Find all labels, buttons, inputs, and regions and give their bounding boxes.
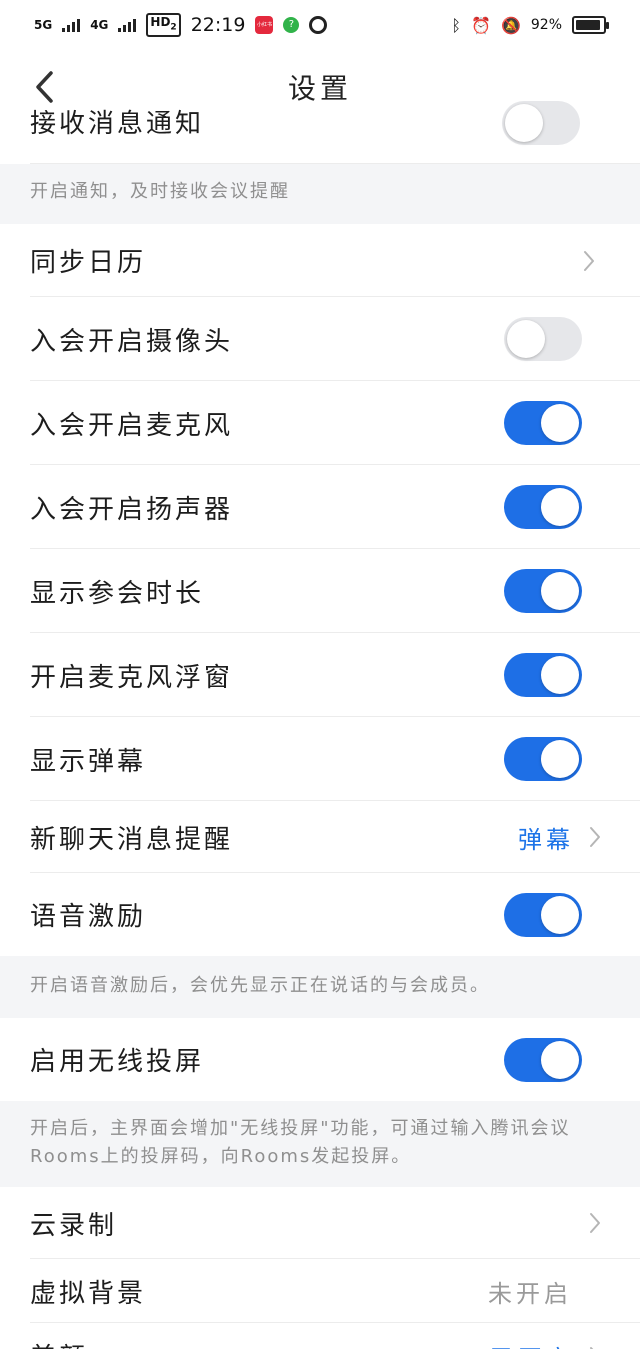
battery-icon bbox=[572, 16, 609, 34]
bluetooth-icon: ᛒ bbox=[451, 15, 462, 35]
toggle-knob bbox=[541, 572, 579, 610]
status-right: ᛒ ⏰ 🔕 92% bbox=[451, 15, 609, 35]
wireless-label: 启用无线投屏 bbox=[30, 1047, 205, 1077]
beauty-right: 已开启 bbox=[490, 1339, 602, 1349]
beauty-value: 已开启 bbox=[490, 1339, 574, 1349]
xiaohongshu-app-icon: 小红书 bbox=[255, 15, 274, 34]
toggle-knob bbox=[541, 895, 579, 934]
camera-toggle[interactable] bbox=[504, 317, 582, 361]
notify-hint: 开启通知，及时接收会议提醒 bbox=[0, 164, 640, 224]
row-mic: 入会开启麦克风 bbox=[0, 381, 640, 465]
row-cloud-record[interactable]: 云录制 bbox=[0, 1187, 640, 1259]
toggle-knob bbox=[505, 104, 543, 142]
toggle-knob bbox=[541, 1040, 579, 1079]
hd-icon: HD2 bbox=[146, 13, 181, 37]
danmaku-label: 显示弹幕 bbox=[30, 746, 147, 777]
row-danmaku: 显示弹幕 bbox=[0, 717, 640, 801]
network-5g: 5G bbox=[34, 17, 53, 32]
toggle-knob bbox=[541, 740, 579, 778]
row-sync-calendar[interactable]: 同步日历 bbox=[0, 224, 640, 297]
battery-percent: 92% bbox=[530, 17, 562, 33]
receive-notify-toggle[interactable] bbox=[502, 101, 580, 145]
voice-incentive-label: 语音激励 bbox=[30, 902, 147, 932]
row-camera: 入会开启摄像头 bbox=[0, 297, 640, 381]
speaker-label: 入会开启扬声器 bbox=[30, 494, 234, 525]
page-title: 设置 bbox=[287, 71, 352, 105]
clock: 22:19 bbox=[190, 13, 246, 36]
settings-list: 接收消息通知 开启通知，及时接收会议提醒 同步日历 入会开启摄像头 入会开启麦克… bbox=[0, 101, 640, 1349]
virtual-bg-label: 虚拟背景 bbox=[30, 1278, 147, 1309]
wechat-app-icon: ? bbox=[283, 16, 300, 33]
toggle-knob bbox=[541, 404, 579, 442]
chevron-right-icon bbox=[588, 1345, 602, 1349]
mic-toggle[interactable] bbox=[504, 401, 582, 445]
chat-remind-value: 弹幕 bbox=[518, 825, 574, 854]
signal-icon bbox=[62, 18, 81, 32]
voice-incentive-toggle[interactable] bbox=[504, 892, 582, 937]
row-duration: 显示参会时长 bbox=[0, 549, 640, 633]
row-receive-notify: 接收消息通知 bbox=[0, 101, 640, 164]
chevron-right-icon bbox=[588, 1211, 602, 1235]
voice-hint: 开启语音激励后，会优先显示正在说话的与会成员。 bbox=[0, 956, 640, 1018]
row-voice-incentive: 语音激励 bbox=[0, 873, 640, 956]
mic-float-label: 开启麦克风浮窗 bbox=[30, 662, 234, 693]
mute-bell-icon: 🔕 bbox=[500, 15, 521, 35]
wireless-hint: 开启后，主界面会增加"无线投屏"功能，可通过输入腾讯会议Rooms上的投屏码，向… bbox=[0, 1101, 640, 1187]
speaker-toggle[interactable] bbox=[504, 485, 582, 529]
mic-label: 入会开启麦克风 bbox=[30, 410, 234, 441]
beauty-label: 美颜 bbox=[30, 1337, 88, 1349]
hd-sub: 2 bbox=[170, 22, 177, 33]
wireless-toggle[interactable] bbox=[504, 1037, 582, 1082]
cloud-record-right bbox=[588, 1211, 602, 1235]
chat-remind-right: 弹幕 bbox=[518, 820, 602, 855]
sync-calendar-label: 同步日历 bbox=[30, 248, 147, 278]
row-wireless: 启用无线投屏 bbox=[0, 1018, 640, 1101]
app-badge-label: 小红书 bbox=[256, 22, 272, 29]
row-chat-remind[interactable]: 新聊天消息提醒 弹幕 bbox=[0, 801, 640, 873]
network-4g: 4G bbox=[90, 17, 109, 32]
chevron-left-icon bbox=[36, 71, 53, 103]
back-button[interactable] bbox=[28, 68, 60, 106]
settings-screen: 5G 4G HD2 22:19 小红书 ? ᛒ ⏰ 🔕 92% 设置 接收消息通… bbox=[0, 0, 640, 1349]
danmaku-toggle[interactable] bbox=[504, 737, 582, 781]
q-app-icon bbox=[309, 15, 328, 34]
status-left: 5G 4G HD2 22:19 小红书 ? bbox=[34, 13, 328, 37]
virtual-bg-right: 未开启 bbox=[488, 1274, 602, 1309]
mic-float-toggle[interactable] bbox=[504, 653, 582, 697]
receive-notify-label: 接收消息通知 bbox=[30, 109, 205, 139]
signal-icon-2 bbox=[118, 18, 137, 32]
status-bar: 5G 4G HD2 22:19 小红书 ? ᛒ ⏰ 🔕 92% bbox=[0, 0, 640, 50]
hd-label: HD bbox=[150, 15, 171, 30]
toggle-knob bbox=[507, 320, 545, 358]
row-virtual-bg[interactable]: 虚拟背景 未开启 bbox=[0, 1259, 640, 1323]
camera-label: 入会开启摄像头 bbox=[30, 326, 234, 357]
cloud-record-label: 云录制 bbox=[30, 1210, 118, 1241]
duration-label: 显示参会时长 bbox=[30, 578, 205, 609]
row-beauty[interactable]: 美颜 已开启 bbox=[0, 1323, 640, 1349]
row-mic-float: 开启麦克风浮窗 bbox=[0, 633, 640, 717]
chevron-right-icon bbox=[582, 249, 596, 273]
chevron-right-icon bbox=[588, 825, 602, 849]
row-speaker: 入会开启扬声器 bbox=[0, 465, 640, 549]
toggle-knob bbox=[541, 656, 579, 694]
virtual-bg-value: 未开启 bbox=[488, 1279, 572, 1308]
toggle-knob bbox=[541, 488, 579, 526]
alarm-icon: ⏰ bbox=[471, 15, 491, 35]
duration-toggle[interactable] bbox=[504, 569, 582, 613]
chat-remind-label: 新聊天消息提醒 bbox=[30, 824, 234, 855]
